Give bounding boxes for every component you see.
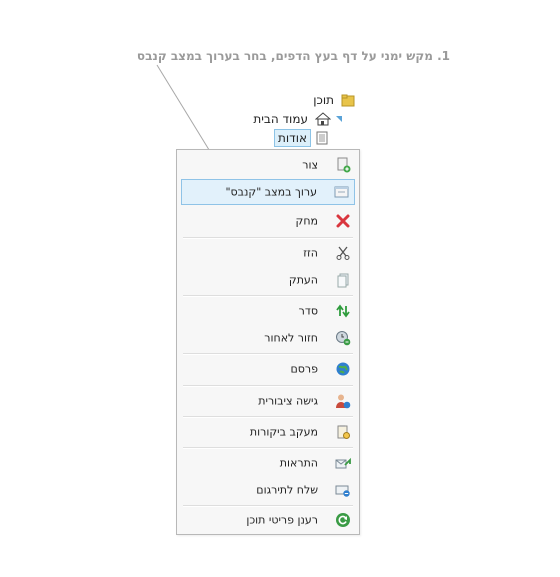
menu-item-audit-trail[interactable]: מעקב ביקורות [181, 420, 355, 444]
tree-label-about: אודות [274, 128, 311, 147]
menu-separator [183, 385, 353, 387]
tree-label-home: עמוד הבית [253, 111, 308, 126]
menu-separator [183, 353, 353, 355]
sort-icon [335, 303, 351, 319]
menu-separator [183, 505, 353, 507]
public-access-icon [335, 393, 351, 409]
rollback-icon [335, 330, 351, 346]
notifications-icon [335, 455, 351, 471]
expand-triangle-icon[interactable] [335, 112, 343, 126]
menu-separator [183, 416, 353, 418]
send-translation-icon [335, 482, 351, 498]
menu-separator [183, 295, 353, 297]
menu-item-publish[interactable]: פרסם [181, 357, 355, 381]
folder-icon [341, 93, 355, 107]
menu-item-notifications[interactable]: התראות [181, 451, 355, 475]
menu-separator [183, 447, 353, 449]
cut-icon [335, 245, 351, 261]
page-tree: תוכן עמוד הבית אודות [250, 90, 355, 147]
tree-label-content: תוכן [313, 92, 334, 107]
refresh-icon [335, 512, 351, 528]
menu-item-refresh[interactable]: רענן פריטי תוכן [181, 508, 355, 532]
copy-icon [335, 272, 351, 288]
tree-node-content[interactable]: תוכן [250, 90, 355, 109]
delete-icon [335, 213, 351, 229]
menu-item-public-access[interactable]: גישה ציבורית [181, 389, 355, 413]
menu-separator [183, 237, 353, 239]
tree-node-about[interactable]: אודות [250, 128, 329, 147]
create-page-icon [335, 157, 351, 173]
menu-item-edit-canvas[interactable]: ערוך במצב "קנבס" [181, 179, 355, 205]
menu-item-rollback[interactable]: חזור לאחור [181, 326, 355, 350]
home-icon [314, 111, 332, 126]
tree-node-home[interactable]: עמוד הבית [250, 109, 343, 128]
menu-item-send-translation[interactable]: שלח לתירגום [181, 478, 355, 502]
canvas-edit-icon [334, 184, 350, 200]
audit-trail-icon [335, 424, 351, 440]
context-menu: צור ערוך במצב "קנבס" מחק הזז העתק סדר חז… [176, 149, 360, 535]
menu-item-copy[interactable]: העתק [181, 268, 355, 292]
menu-item-sort[interactable]: סדר [181, 299, 355, 323]
menu-item-create[interactable]: צור [181, 153, 355, 177]
menu-item-move[interactable]: הזז [181, 241, 355, 265]
publish-icon [335, 361, 351, 377]
menu-item-delete[interactable]: מחק [181, 209, 355, 233]
page-icon [315, 131, 329, 145]
